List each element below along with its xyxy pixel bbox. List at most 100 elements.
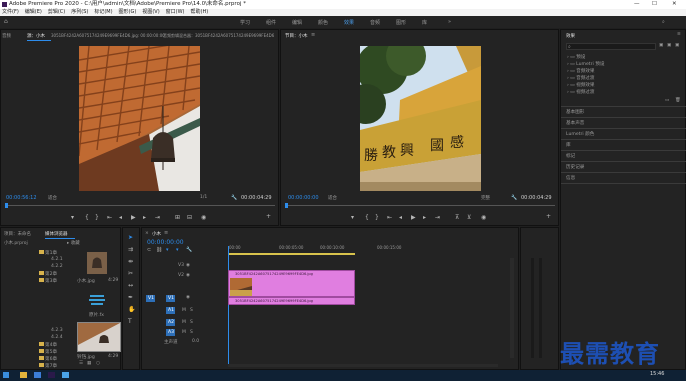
video-clip-v1[interactable]: 3051BF4242A6075174249E9699FE4D6.jpg xyxy=(228,297,355,305)
hand-tool-icon[interactable]: ✋ xyxy=(128,306,135,313)
premiere-taskbar-icon[interactable] xyxy=(48,372,55,378)
accelerated-effects-icon[interactable]: ▣ xyxy=(659,43,663,48)
menu-edit[interactable]: 编辑(E) xyxy=(25,9,42,16)
wrench-settings-icon[interactable]: 🔧 xyxy=(186,247,192,253)
step-back-icon[interactable]: ◂ xyxy=(119,214,122,221)
export-frame-icon[interactable]: ◉ xyxy=(201,214,206,221)
tree-item[interactable]: 第2章 xyxy=(45,271,57,277)
mark-out-icon[interactable]: } xyxy=(95,214,99,221)
effects-folder-audio-effects[interactable]: › ▭ 音频效果 xyxy=(567,68,595,74)
program-add-button-icon[interactable]: + xyxy=(546,213,551,220)
effects-tab[interactable]: 效果 xyxy=(566,33,575,39)
tree-item[interactable]: 第6章 xyxy=(45,356,57,362)
menu-marker[interactable]: 标记(M) xyxy=(94,9,112,16)
workspace-editing[interactable]: 编辑 xyxy=(292,19,302,26)
timeline-sequence-tab[interactable]: 小木 xyxy=(152,231,161,237)
source-resolution-select[interactable]: 1/1 xyxy=(200,195,207,200)
program-playhead[interactable] xyxy=(285,203,288,208)
source-left-tab[interactable]: 音频 xyxy=(2,33,11,39)
new-bin-icon[interactable]: ▭ xyxy=(665,98,669,103)
source-zoom-select[interactable]: 适合 xyxy=(48,195,57,201)
minimize-button[interactable]: — xyxy=(634,0,640,9)
audio-mixer-tab[interactable]: 音频剪辑混合器：3051BF4242A6075174249E9699FE4D6 xyxy=(163,33,274,39)
timeline-horizontal-scrollbar[interactable] xyxy=(228,364,498,367)
home-icon[interactable]: ⌂ xyxy=(4,18,8,25)
add-marker-timeline-icon[interactable]: ▾ xyxy=(166,247,169,253)
menu-help[interactable]: 帮助(H) xyxy=(191,9,209,16)
list-view-icon[interactable]: ☰ xyxy=(79,361,83,366)
source-playhead[interactable] xyxy=(5,203,8,208)
delete-icon[interactable]: 🗑 xyxy=(675,98,681,103)
program-tab-menu-icon[interactable]: ≡ xyxy=(311,32,315,38)
tree-item[interactable]: 4.2.2 xyxy=(51,264,63,269)
program-mark-in-icon[interactable]: { xyxy=(365,214,369,221)
solo-icon[interactable]: S xyxy=(190,330,193,335)
work-area-bar[interactable] xyxy=(228,253,355,255)
effects-search-input[interactable]: ⌕ xyxy=(566,43,656,50)
program-resolution-select[interactable]: 完整 xyxy=(481,195,490,201)
timeline-vertical-scrollbar[interactable] xyxy=(510,258,514,358)
source-timecode-current[interactable]: 00:00:56:12 xyxy=(6,195,37,201)
info-section[interactable]: 信息 xyxy=(566,175,575,181)
menu-graphics[interactable]: 图形(G) xyxy=(119,9,137,16)
essential-graphics-section[interactable]: 基本图形 xyxy=(566,109,584,115)
source-clip-tab[interactable]: 3051BF4242A6075174249E9699FE4D6.jpg: 00:… xyxy=(51,33,165,38)
video-clip-v2[interactable]: 3051BF4242A6075174249E9699FE4D6.jpg xyxy=(228,270,355,297)
workspace-learn[interactable]: 学习 xyxy=(240,19,250,26)
mute-icon[interactable]: M xyxy=(182,330,186,335)
libraries-section[interactable]: 库 xyxy=(566,142,571,148)
close-button[interactable]: ✕ xyxy=(672,0,677,9)
search-icon[interactable]: ⌕ xyxy=(662,19,665,25)
windows-start-icon[interactable] xyxy=(3,372,9,378)
browser-taskbar-icon[interactable] xyxy=(34,372,41,378)
effects-folder-presets[interactable]: › ▭ 预设 xyxy=(567,54,585,60)
effects-folder-video-transitions[interactable]: › ▭ 视频过渡 xyxy=(567,89,595,95)
app-taskbar-icon[interactable] xyxy=(62,372,69,378)
program-mark-out-icon[interactable]: } xyxy=(375,214,379,221)
timeline-timecode[interactable]: 00:00:00:00 xyxy=(147,239,184,246)
program-add-marker-icon[interactable]: ▾ xyxy=(351,214,354,221)
razor-tool-icon[interactable]: ✂ xyxy=(128,270,133,277)
insert-icon[interactable]: ⊞ xyxy=(175,214,180,221)
solo-icon[interactable]: S xyxy=(190,320,193,325)
add-marker-icon[interactable]: ▾ xyxy=(71,214,74,221)
program-export-frame-icon[interactable]: ◉ xyxy=(481,214,486,221)
program-zoom-select[interactable]: 适合 xyxy=(328,195,337,201)
overwrite-icon[interactable]: ⊟ xyxy=(187,214,192,221)
master-volume-value[interactable]: 0.0 xyxy=(192,339,199,344)
project-tab[interactable]: 项目：未命名 xyxy=(4,231,31,237)
effect-preset-thumbnail[interactable] xyxy=(87,292,107,308)
workspace-color[interactable]: 颜色 xyxy=(318,19,328,26)
wrench-icon[interactable]: 🔧 xyxy=(231,195,237,201)
in-out-icon[interactable]: ▾ xyxy=(176,247,179,253)
workspace-effects[interactable]: 效果 xyxy=(344,19,354,26)
program-tab[interactable]: 节目：小木 xyxy=(285,33,308,39)
lift-icon[interactable]: ⊼ xyxy=(455,214,459,221)
eye-icon[interactable]: ◉ xyxy=(186,263,190,268)
32bit-effects-icon[interactable]: ▣ xyxy=(667,43,671,48)
selection-tool-icon[interactable]: ➤ xyxy=(128,234,133,241)
zoom-slider[interactable]: ○ xyxy=(96,361,100,366)
eye-icon[interactable]: ◉ xyxy=(186,295,190,300)
history-section[interactable]: 历史记录 xyxy=(566,164,584,170)
solo-icon[interactable]: S xyxy=(190,308,193,313)
linked-selection-icon[interactable]: ⛓ xyxy=(156,247,162,253)
tree-item[interactable]: 第4章 xyxy=(45,342,57,348)
mute-icon[interactable]: M xyxy=(182,308,186,313)
slip-tool-icon[interactable]: ↔ xyxy=(128,282,133,289)
source-add-button-icon[interactable]: + xyxy=(266,213,271,220)
more-workspaces-icon[interactable]: » xyxy=(448,19,451,25)
mute-icon[interactable]: M xyxy=(182,320,186,325)
program-go-to-out-icon[interactable]: ⇥ xyxy=(435,214,440,221)
program-wrench-icon[interactable]: 🔧 xyxy=(511,195,517,201)
tree-item[interactable]: 第7章 xyxy=(45,363,57,369)
lumetri-color-section[interactable]: Lumetri 颜色 xyxy=(566,131,594,137)
effects-menu-icon[interactable]: ≡ xyxy=(677,32,681,37)
ripple-edit-tool-icon[interactable]: ⇹ xyxy=(128,258,133,265)
effects-folder-audio-transitions[interactable]: › ▭ 音频过渡 xyxy=(567,75,595,81)
extract-icon[interactable]: ⊻ xyxy=(467,214,471,221)
favorites-toggle[interactable]: ▸ 收藏 xyxy=(67,240,80,246)
program-step-forward-icon[interactable]: ▸ xyxy=(423,214,426,221)
maximize-button[interactable]: ☐ xyxy=(652,0,657,9)
media-browser-tab[interactable]: 媒体浏览器 xyxy=(45,231,68,237)
